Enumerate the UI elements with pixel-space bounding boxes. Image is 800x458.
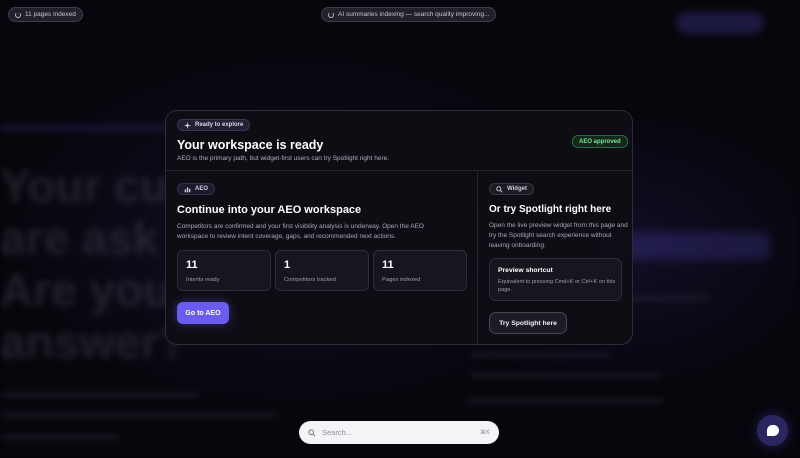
spotlight-search-bar[interactable]: ⌘K — [299, 421, 499, 444]
aeo-approved-badge: AEO approved — [572, 135, 628, 148]
background-stripe — [0, 126, 170, 130]
background-line — [0, 434, 120, 440]
pages-indexed-text: 11 pages indexed — [25, 11, 76, 18]
keyboard-shortcut-hint: ⌘K — [479, 430, 490, 436]
background-line — [465, 398, 665, 404]
summaries-indexing-pill: AI summaries indexing — search quality i… — [321, 7, 497, 22]
stat-value: 11 — [186, 259, 198, 271]
try-spotlight-button[interactable]: Try Spotlight here — [489, 312, 567, 334]
spinner-icon — [15, 11, 21, 18]
modal-header: Ready to explore Your workspace is ready… — [166, 111, 632, 171]
chat-launcher-button[interactable] — [757, 415, 788, 446]
sparkle-icon — [184, 121, 191, 129]
widget-description: Open the live preview widget from this p… — [489, 222, 628, 249]
ready-tag: Ready to explore — [177, 119, 251, 131]
chart-icon — [184, 186, 191, 192]
background-line — [470, 352, 610, 358]
aeo-tag: AEO — [177, 183, 216, 195]
background-line — [470, 372, 660, 378]
stat-label: Pages indexed — [382, 277, 421, 283]
shortcut-title: Preview shortcut — [498, 267, 553, 274]
aeo-section: AEO Continue into your AEO workspace Com… — [166, 171, 477, 344]
search-icon — [496, 185, 503, 193]
background-headline: Your cu are ask Are you answer? — [0, 160, 187, 368]
shortcut-description: Equivalent to pressing Cmd+K or Ctrl+K o… — [498, 279, 616, 293]
stat-card-intents: 11 Intents ready — [177, 250, 271, 291]
stat-value: 11 — [382, 259, 394, 271]
ready-tag-label: Ready to explore — [195, 122, 244, 128]
aeo-description: Competitors are confirmed and your first… — [177, 223, 424, 240]
modal-title: Your workspace is ready — [177, 138, 324, 152]
pages-indexed-pill: 11 pages indexed — [8, 7, 83, 22]
search-input[interactable] — [322, 428, 474, 437]
widget-section: Widget Or try Spotlight right here Open … — [477, 171, 632, 344]
stat-label: Competitors tracked — [284, 277, 336, 283]
search-icon — [308, 428, 316, 437]
preview-shortcut-card: Preview shortcut Equivalent to pressing … — [489, 258, 622, 301]
modal-subtitle: AEO is the primary path, but widget-firs… — [177, 155, 390, 162]
spinner-icon — [328, 11, 334, 18]
aeo-title: Continue into your AEO workspace — [177, 204, 362, 216]
stat-label: Intents ready — [186, 277, 220, 283]
widget-tag-label: Widget — [507, 186, 527, 192]
background-cta — [676, 12, 764, 34]
background-line — [0, 392, 200, 398]
aeo-tag-label: AEO — [195, 186, 209, 192]
go-to-aeo-button[interactable]: Go to AEO — [177, 302, 229, 324]
summaries-indexing-text: AI summaries indexing — search quality i… — [338, 11, 490, 18]
stat-card-pages: 11 Pages indexed — [373, 250, 467, 291]
stat-value: 1 — [284, 259, 291, 271]
stat-card-competitors: 1 Competitors tracked — [275, 250, 369, 291]
widget-tag: Widget — [489, 183, 534, 195]
chat-icon — [766, 425, 779, 436]
background-line — [0, 412, 280, 418]
widget-title: Or try Spotlight right here — [489, 204, 612, 215]
workspace-ready-modal: Ready to explore Your workspace is ready… — [165, 110, 633, 345]
